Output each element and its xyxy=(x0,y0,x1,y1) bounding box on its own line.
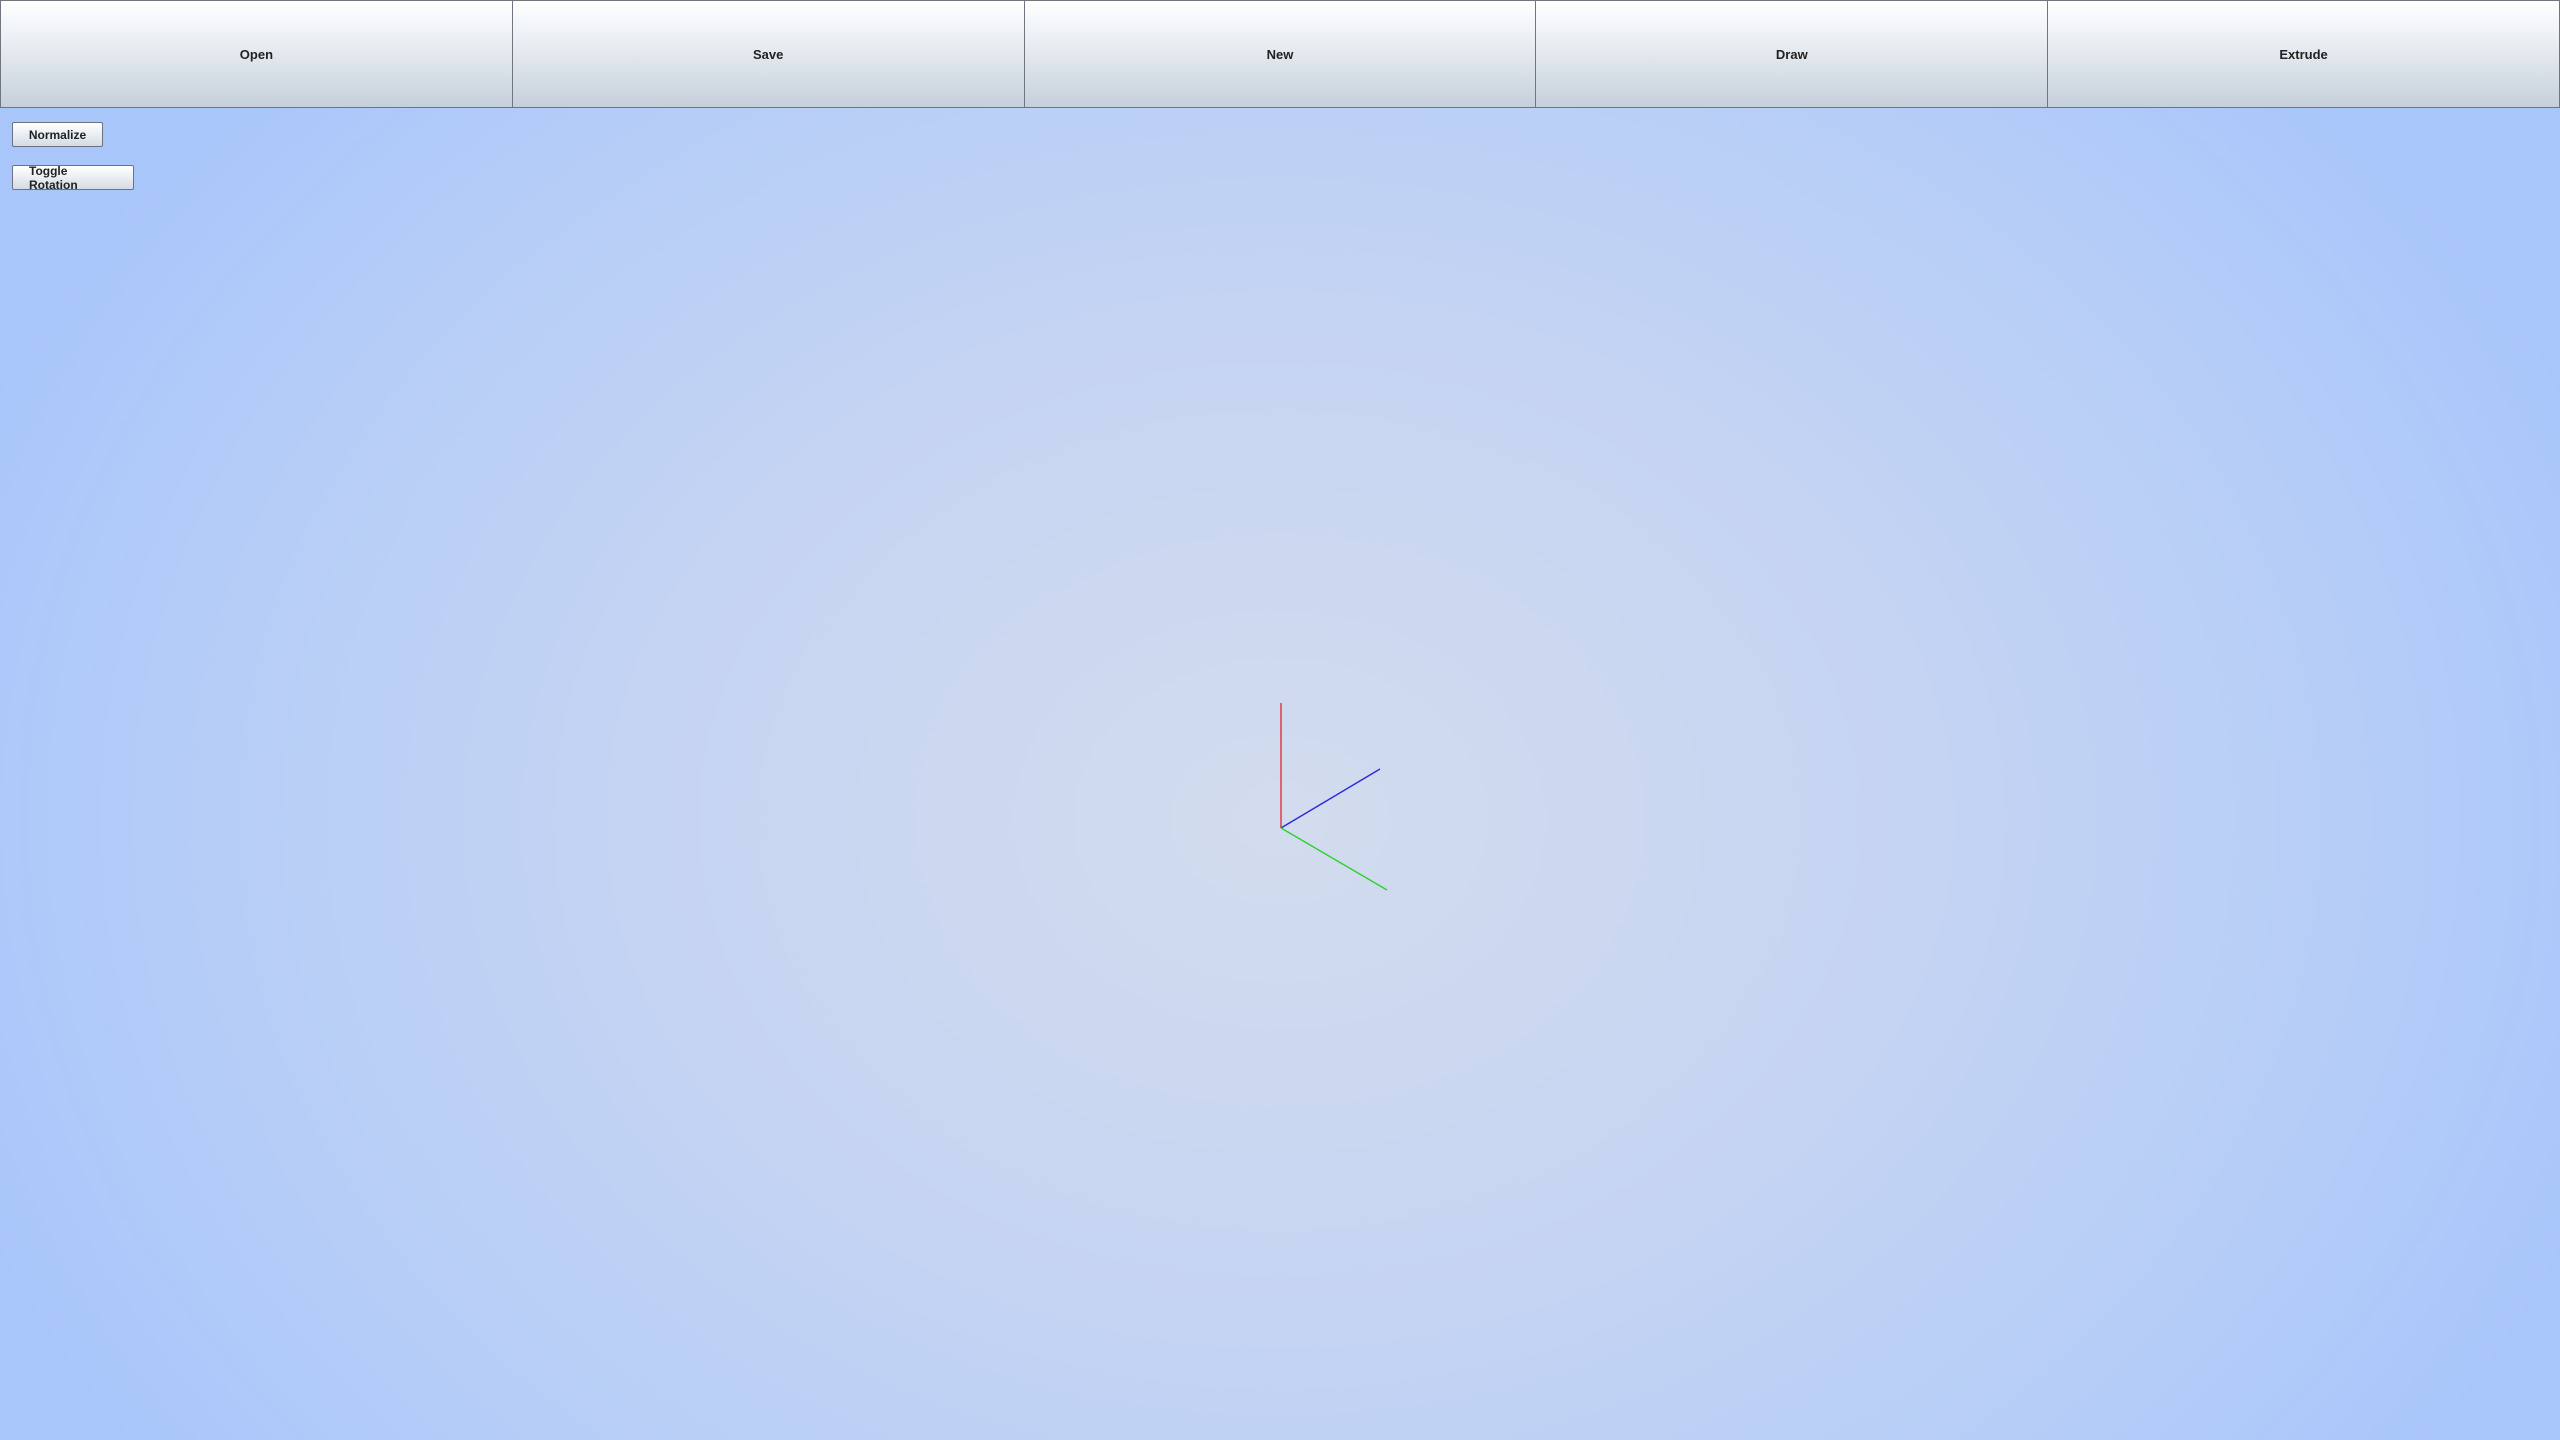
toolbar: Open Save New Draw Extrude xyxy=(0,0,2560,108)
new-button-label: New xyxy=(1266,46,1294,62)
open-button[interactable]: Open xyxy=(0,0,513,108)
save-button[interactable]: Save xyxy=(511,0,1025,108)
new-button[interactable]: New xyxy=(1023,0,1537,108)
app-window: Open Save New Draw Extrude Normalize Tog… xyxy=(0,0,2560,1440)
draw-button-label: Draw xyxy=(1775,46,1808,62)
3d-viewport[interactable] xyxy=(0,108,2560,1440)
open-button-label: Open xyxy=(239,46,274,62)
draw-button[interactable]: Draw xyxy=(1535,0,2049,108)
extrude-button-label: Extrude xyxy=(2279,46,2328,62)
save-button-label: Save xyxy=(753,46,784,62)
extrude-button[interactable]: Extrude xyxy=(2047,0,2560,108)
